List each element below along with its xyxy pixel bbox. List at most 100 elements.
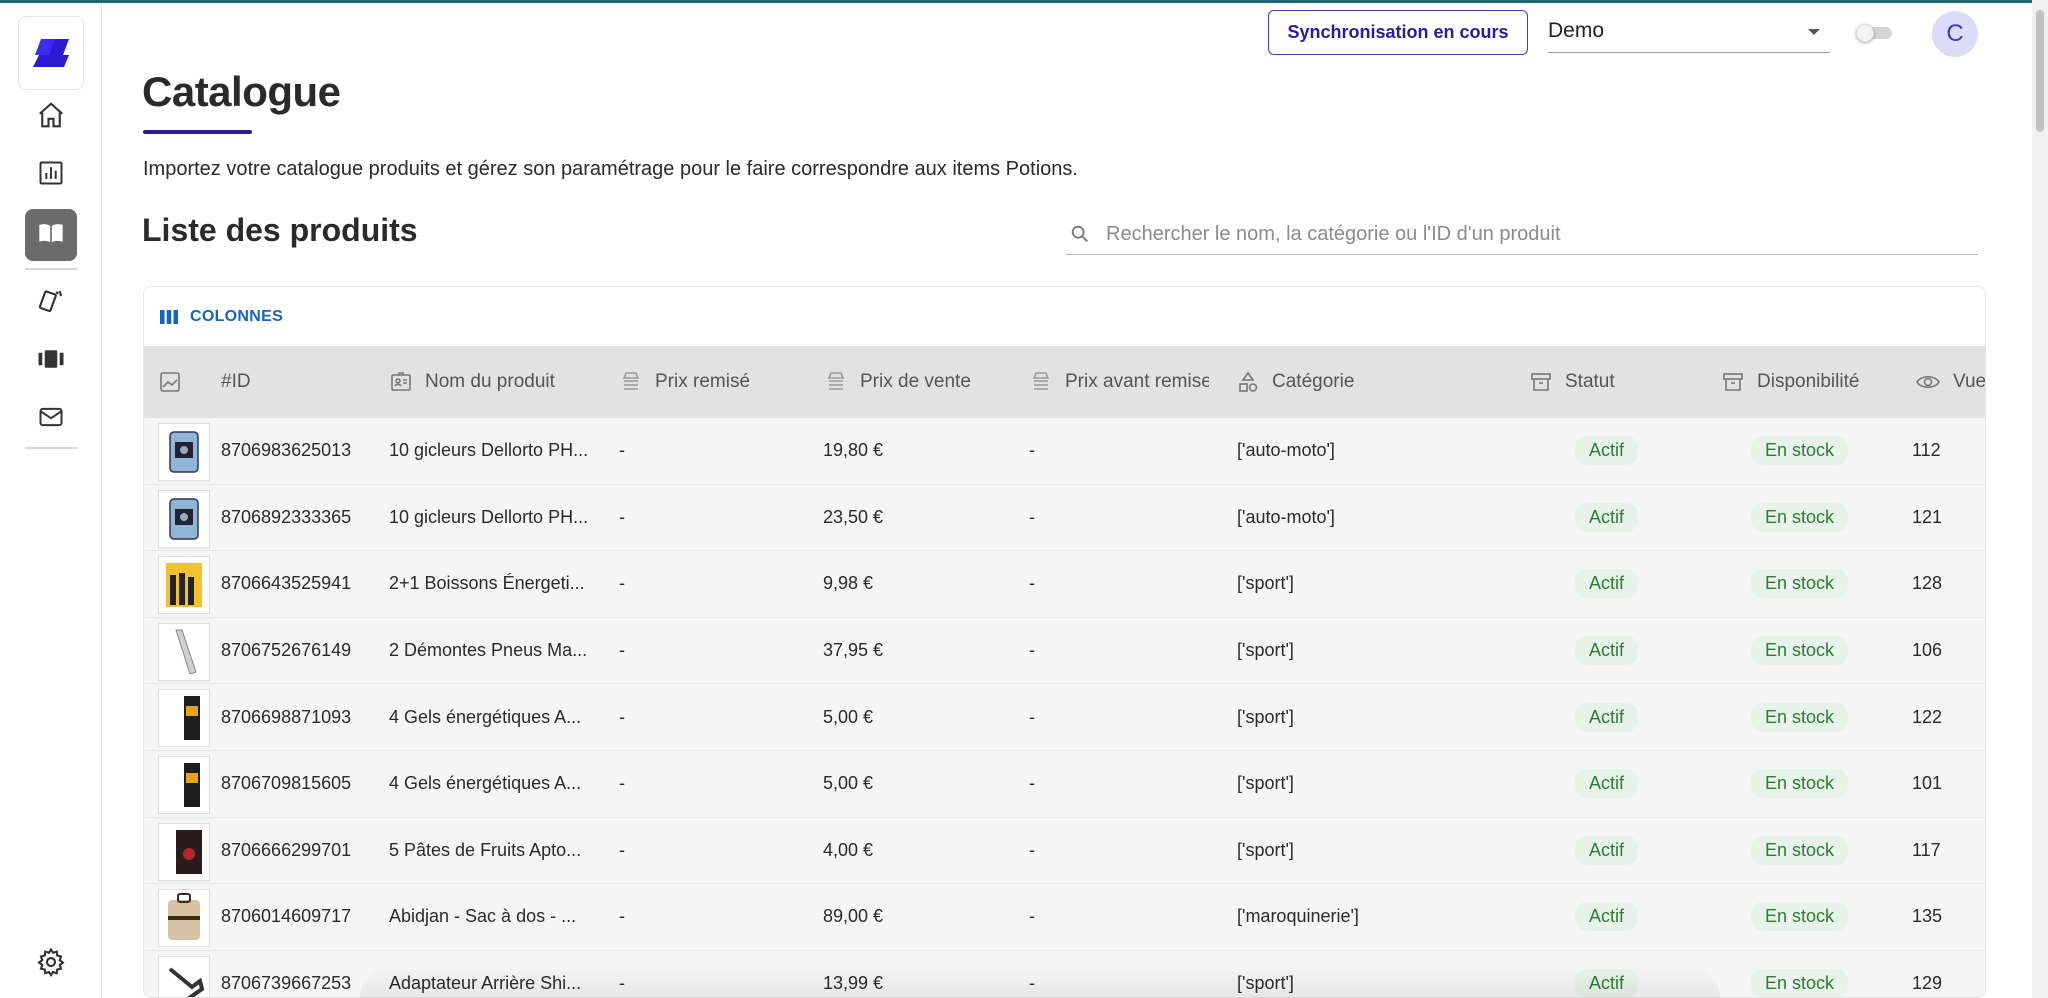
column-header-sale-price[interactable]: Prix de vente [824,346,1014,418]
column-header-discount-price[interactable]: Prix remisé [619,346,809,418]
title-underline [143,130,252,134]
column-header-category[interactable]: Catégorie [1236,346,1496,418]
account-select[interactable]: Demo [1548,10,1830,53]
cards-icon [36,286,66,321]
column-header-name[interactable]: Nom du produit [389,346,609,418]
cell-status: Actif [1575,818,1725,884]
account-select-value: Demo [1548,19,1605,42]
status-badge: Actif [1575,569,1639,599]
cell-views: 112 [1912,440,1941,461]
sidebar-item-settings[interactable] [25,938,77,990]
carousel-icon [36,344,66,379]
cell-id: 8706709815605 [221,773,352,794]
home-icon [36,100,66,135]
cell-discount-price: - [619,839,625,860]
cell-availability: En stock [1751,618,1921,684]
price-tag-icon [1029,370,1053,394]
sidebar-divider [25,447,77,449]
product-thumbnail [158,423,210,481]
table-row[interactable]: 8706643525941 2+1 Boissons Énergeti... -… [144,551,1985,618]
cell-availability: En stock [1751,418,1921,484]
table-toolbar: COLONNES [144,287,1985,346]
products-table: COLONNES #ID Nom du produit Prix remisé [143,286,1986,998]
cell-views: 128 [1912,573,1943,594]
cell-price-before-discount: - [1029,773,1035,794]
image-icon [158,370,182,394]
availability-badge: En stock [1751,769,1849,799]
cell-product-name: Abidjan - Sac à dos - ... [389,906,577,927]
cell-category: ['auto-moto'] [1237,440,1335,461]
cell-price-before-discount: - [1029,906,1035,927]
product-thumbnail [158,755,210,814]
table-row[interactable]: 8706739667253 Adaptateur Arrière Shi... … [144,950,1985,997]
column-header-label: Nom du produit [425,371,555,392]
column-header-availability[interactable]: Disponibilité [1721,346,1891,418]
sidebar-item-email[interactable] [25,393,77,445]
product-thumbnail [158,889,210,948]
cell-product-name: 4 Gels énergétiques A... [389,773,582,794]
cell-discount-price: - [619,440,625,461]
columns-button[interactable]: COLONNES [160,308,283,326]
availability-badge: En stock [1751,969,1849,997]
search-bar [1066,214,1978,255]
cell-status: Actif [1575,551,1725,617]
cell-id: 8706739667253 [221,973,352,994]
status-badge: Actif [1575,702,1639,732]
sidebar [0,3,102,998]
cell-status: Actif [1575,485,1725,551]
search-input[interactable] [1106,222,1966,246]
product-thumbnail [158,622,210,681]
column-header-views[interactable]: Vues [1915,346,1986,418]
cell-sale-price: 89,00 € [823,906,884,927]
cell-category: ['sport'] [1237,773,1294,794]
table-row[interactable]: 8706014609717 Abidjan - Sac à dos - ... … [144,884,1985,951]
sidebar-item-cards[interactable] [25,277,77,329]
column-header-label: Vues [1953,371,1986,392]
column-header-label: #ID [221,371,251,392]
open-book-icon [37,219,65,252]
cell-views: 106 [1912,640,1943,661]
cell-price-before-discount: - [1029,706,1035,727]
cell-availability: En stock [1751,951,1921,997]
sidebar-item-carousel[interactable] [25,335,77,387]
cell-price-before-discount: - [1029,640,1035,661]
column-header-label: Statut [1565,371,1615,392]
column-header-price-before-discount[interactable]: Prix avant remise [1029,346,1209,418]
column-header-status[interactable]: Statut [1529,346,1689,418]
table-row[interactable]: 8706666299701 5 Pâtes de Fruits Apto... … [144,817,1985,885]
product-thumbnail [158,489,210,548]
column-header-id[interactable]: #ID [221,346,371,418]
cell-discount-price: - [619,706,625,727]
cell-product-name: 2 Démontes Pneus Ma... [389,640,588,661]
page-scrollbar[interactable] [2032,0,2048,998]
cell-views: 101 [1912,773,1943,794]
sidebar-item-catalogue[interactable] [25,209,77,261]
price-tag-icon [619,370,643,394]
cell-availability: En stock [1751,884,1921,950]
sync-status-button[interactable]: Synchronisation en cours [1268,10,1528,55]
cell-id: 8706014609717 [221,906,352,927]
columns-button-label: COLONNES [190,307,284,325]
app-logo[interactable] [18,16,84,90]
column-header-image[interactable] [158,346,198,418]
product-thumbnail [158,822,210,881]
status-badge: Actif [1575,902,1639,932]
cell-sale-price: 5,00 € [823,706,874,727]
sidebar-item-home[interactable] [25,91,77,143]
mode-toggle[interactable] [1856,24,1892,42]
status-badge: Actif [1575,969,1639,997]
price-tag-icon [824,370,848,394]
scrollbar-thumb[interactable] [2036,10,2044,132]
avatar[interactable]: C [1932,11,1978,57]
cell-sale-price: 23,50 € [823,506,884,527]
search-icon [1068,222,1092,246]
table-row[interactable]: 8706752676149 2 Démontes Pneus Ma... - 3… [144,617,1985,685]
cell-category: ['sport'] [1237,839,1294,860]
archive-icon [1529,370,1553,394]
sidebar-item-analytics[interactable] [25,149,77,201]
table-row[interactable]: 8706698871093 4 Gels énergétiques A... -… [144,684,1985,751]
table-row[interactable]: 8706983625013 10 gicleurs Dellorto PH...… [144,418,1985,485]
table-row[interactable]: 8706709815605 4 Gels énergétiques A... -… [144,750,1985,818]
status-badge: Actif [1575,769,1639,799]
table-row[interactable]: 8706892333365 10 gicleurs Dellorto PH...… [144,484,1985,552]
